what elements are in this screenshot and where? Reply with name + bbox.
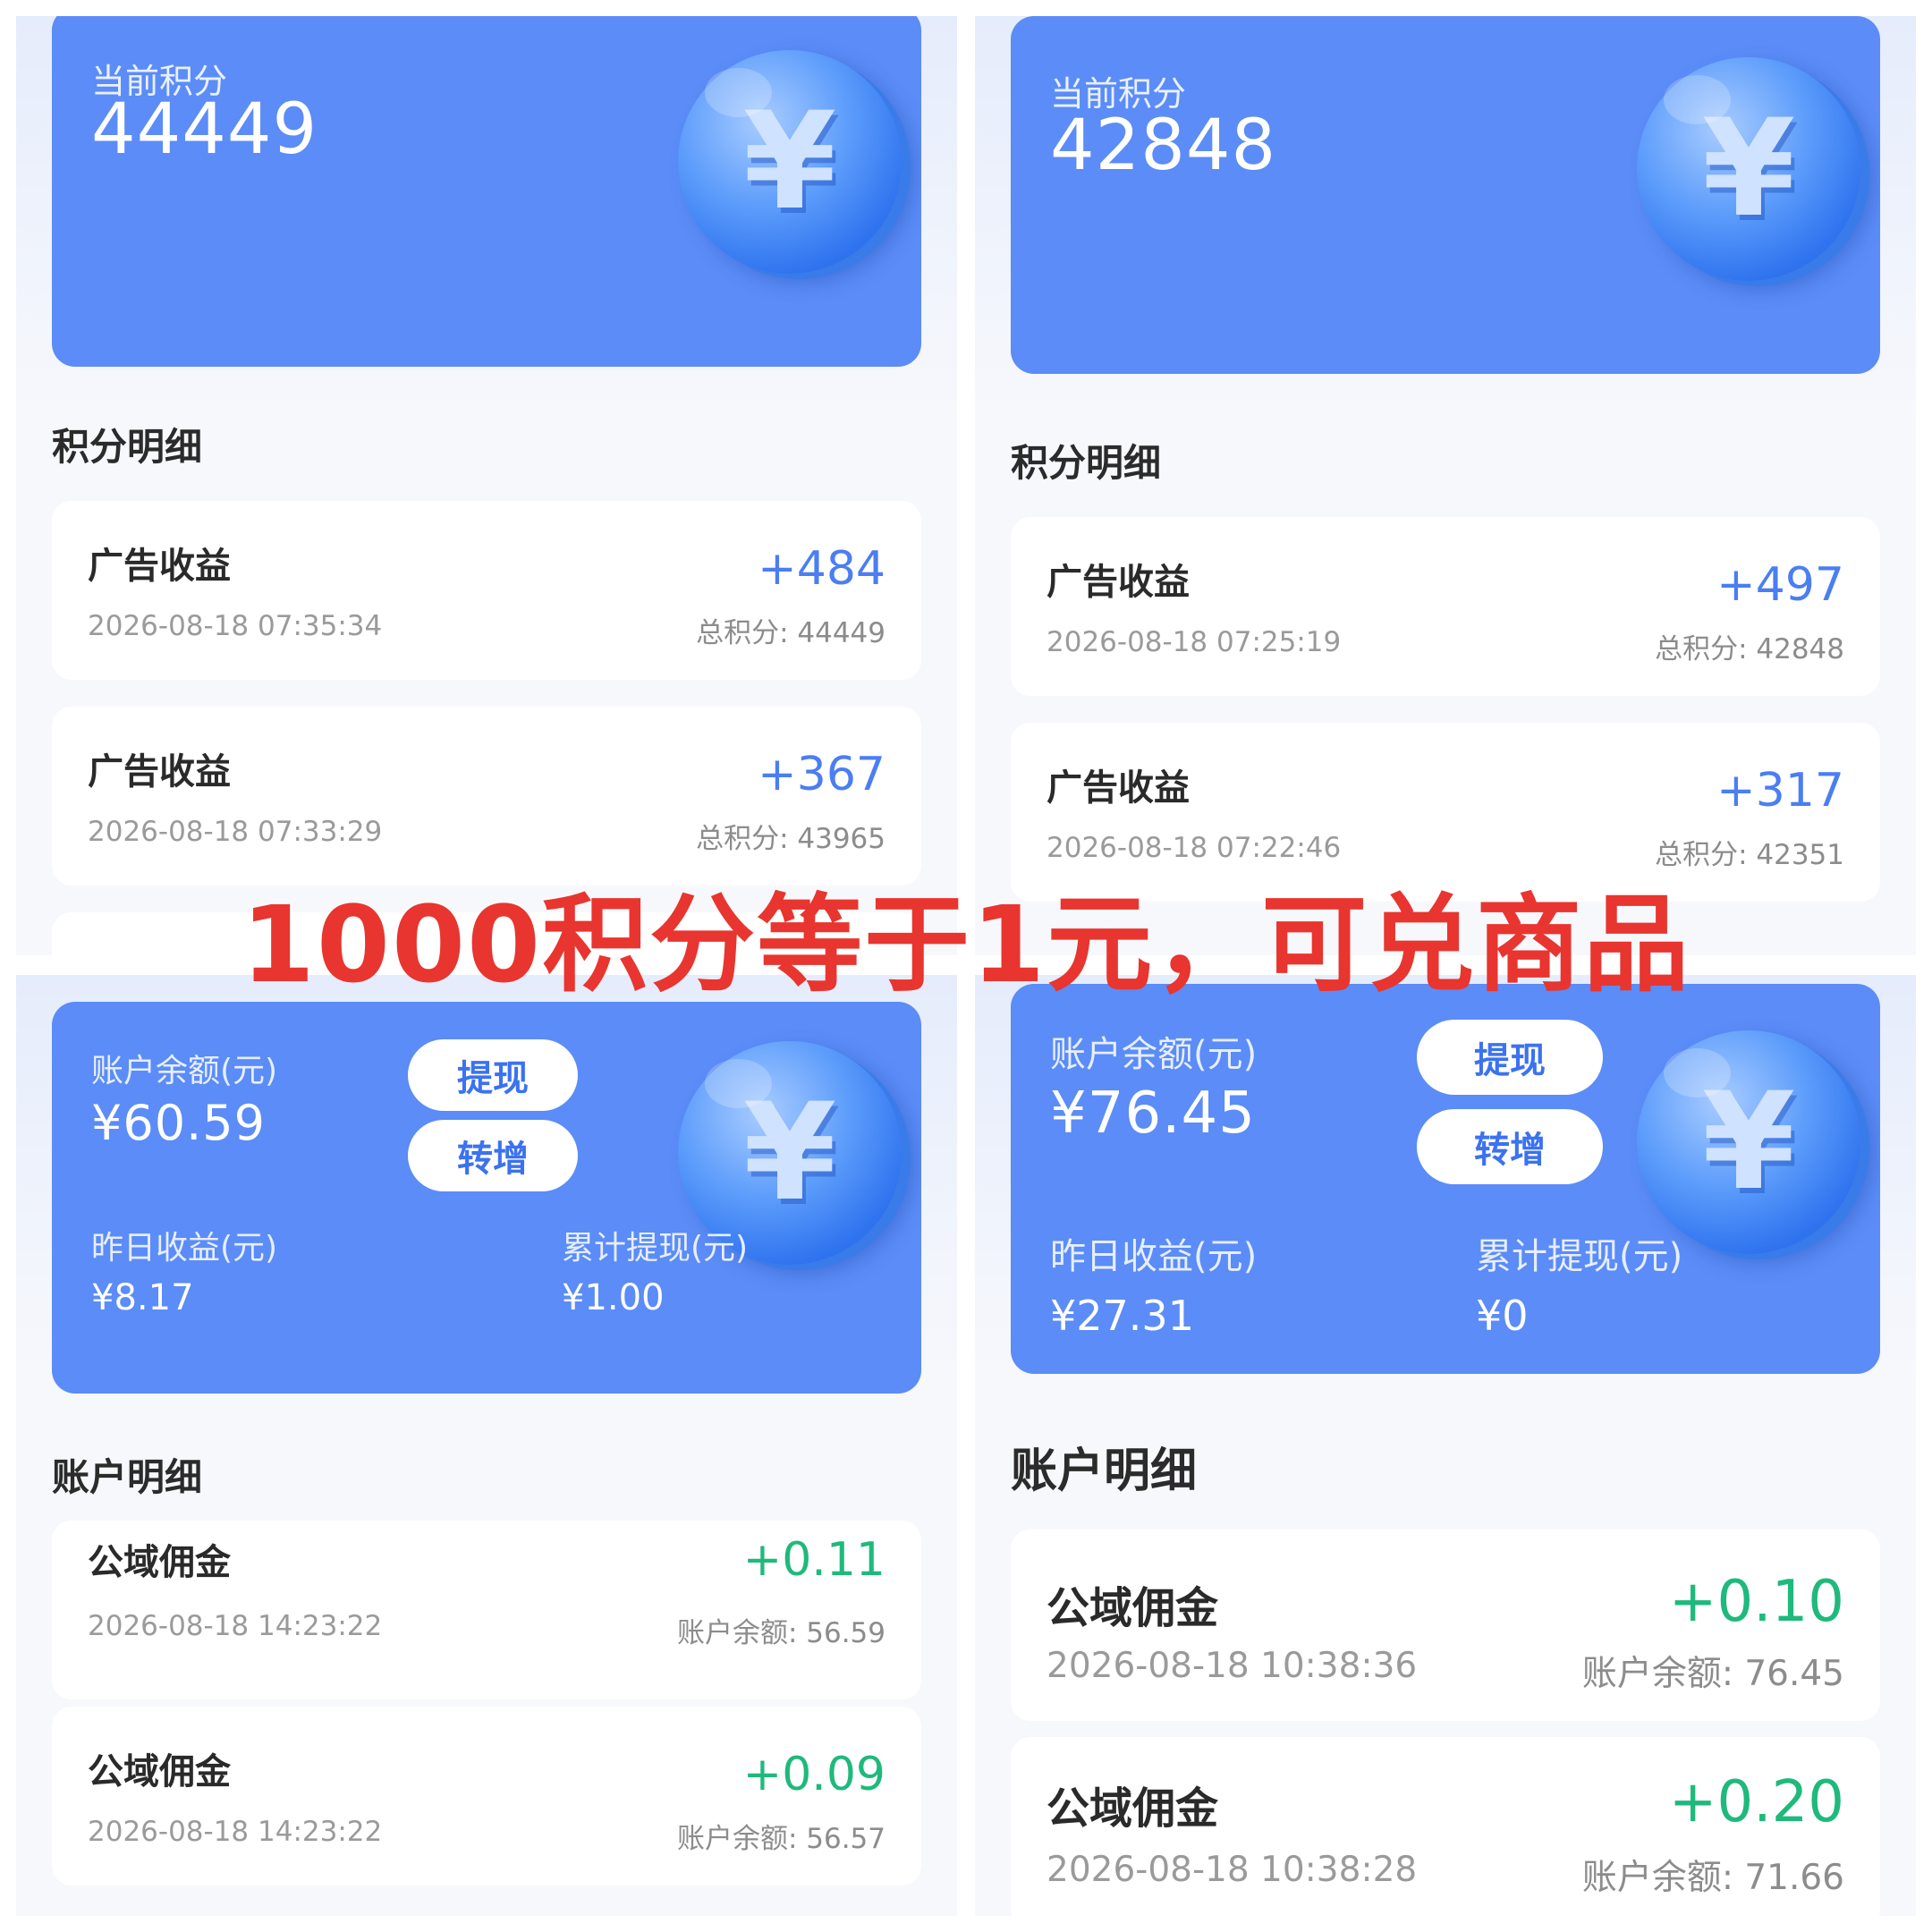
record-date: 2026-08-18 10:38:28: [1046, 1850, 1418, 1890]
record-amount: +367: [758, 748, 886, 801]
record-title: 广告收益: [88, 751, 231, 792]
balance-value: ¥60.59: [91, 1095, 266, 1151]
record-balance: 账户余额: 56.57: [676, 1823, 886, 1855]
account-record-item[interactable]: 公域佣金 2026-08-18 10:38:36 +0.10 账户余额: 76.…: [1011, 1530, 1880, 1721]
record-balance: 账户余额: 56.59: [676, 1617, 886, 1649]
record-title: 广告收益: [88, 546, 231, 587]
balance-label: 账户余额(元): [91, 1053, 278, 1089]
record-total: 总积分: 42848: [1655, 633, 1844, 665]
balance-label: 账户余额(元): [1050, 1034, 1258, 1075]
record-title: 广告收益: [1046, 767, 1190, 809]
record-title: 公域佣金: [1046, 1784, 1219, 1834]
record-title: 广告收益: [1046, 562, 1190, 603]
record-amount: +0.09: [742, 1748, 886, 1801]
record-date: 2026-08-18 10:38:36: [1046, 1646, 1418, 1686]
points-record-item[interactable]: 广告收益 2026-08-18 07:35:34 +484 总积分: 44449: [52, 501, 921, 680]
yuan-coin-icon: ¥: [1637, 1030, 1860, 1254]
balance-value: ¥76.45: [1050, 1080, 1256, 1147]
record-date: 2026-08-18 14:23:22: [88, 1816, 383, 1848]
record-title: 公域佣金: [88, 1751, 231, 1792]
yesterday-earnings-label: 昨日收益(元): [1050, 1236, 1258, 1277]
withdraw-button[interactable]: 提现: [408, 1039, 578, 1111]
record-total: 总积分: 43965: [696, 823, 886, 855]
record-amount: +317: [1716, 764, 1844, 818]
points-record-item[interactable]: 广告收益 2026-08-18 07:25:19 +497 总积分: 42848: [1011, 517, 1880, 696]
current-points-value: 44449: [91, 89, 318, 170]
record-amount: +497: [1716, 558, 1844, 612]
record-date: 2026-08-18 07:35:34: [88, 610, 383, 642]
points-screen-left: 当前积分 44449 ¥ 积分明细 广告收益 2026-08-18 07:35:…: [16, 16, 957, 955]
promo-banner-text: 1000积分等于1元，可兑商品: [241, 883, 1691, 1006]
transfer-button[interactable]: 转增: [1417, 1109, 1603, 1184]
points-card: 当前积分 42848 ¥: [1011, 16, 1880, 374]
points-card: 当前积分 44449 ¥: [52, 16, 921, 367]
account-record-item[interactable]: 公域佣金 2026-08-18 10:38:28 +0.20 账户余额: 71.…: [1011, 1737, 1880, 1916]
account-screen-right: ¥ 账户余额(元) ¥76.45 提现 转增 昨日收益(元) ¥27.31 累计…: [975, 975, 1916, 1916]
record-date: 2026-08-18 14:23:22: [88, 1610, 383, 1642]
record-amount: +484: [758, 542, 886, 596]
yesterday-earnings-value: ¥8.17: [91, 1277, 194, 1318]
record-date: 2026-08-18 07:33:29: [88, 816, 383, 848]
yuan-coin-icon: ¥: [678, 50, 902, 274]
points-detail-title: 积分明细: [1011, 441, 1162, 485]
record-title: 公域佣金: [1046, 1583, 1219, 1633]
cumulative-withdraw-value: ¥1.00: [562, 1277, 665, 1318]
record-total: 总积分: 44449: [696, 617, 886, 649]
record-amount: +0.10: [1668, 1569, 1844, 1635]
record-amount: +0.20: [1668, 1769, 1844, 1835]
withdraw-button[interactable]: 提现: [1417, 1020, 1603, 1095]
cumulative-withdraw-label: 累计提现(元): [1476, 1236, 1683, 1277]
yuan-coin-icon: ¥: [1637, 57, 1860, 281]
account-record-item[interactable]: 公域佣金 2026-08-18 14:23:22 +0.09 账户余额: 56.…: [52, 1707, 921, 1885]
account-detail-title: 账户明细: [52, 1455, 203, 1499]
points-detail-title: 积分明细: [52, 425, 203, 469]
balance-card: ¥ 账户余额(元) ¥76.45 提现 转增 昨日收益(元) ¥27.31 累计…: [1011, 984, 1880, 1374]
account-detail-title: 账户明细: [1011, 1445, 1198, 1498]
cumulative-withdraw-value: ¥0: [1476, 1292, 1529, 1340]
transfer-button[interactable]: 转增: [408, 1120, 578, 1191]
account-screen-left: ¥ 账户余额(元) ¥60.59 提现 转增 昨日收益(元) ¥8.17 累计提…: [16, 975, 957, 1916]
yesterday-earnings-value: ¥27.31: [1050, 1292, 1194, 1340]
yesterday-earnings-label: 昨日收益(元): [91, 1230, 278, 1267]
account-record-item[interactable]: 公域佣金 2026-08-18 14:23:22 +0.11 账户余额: 56.…: [52, 1521, 921, 1699]
current-points-value: 42848: [1050, 106, 1277, 186]
record-title: 公域佣金: [88, 1542, 231, 1583]
record-date: 2026-08-18 07:25:19: [1046, 626, 1342, 658]
record-balance: 账户余额: 76.45: [1581, 1654, 1844, 1694]
record-amount: +0.11: [742, 1533, 886, 1587]
balance-card: ¥ 账户余额(元) ¥60.59 提现 转增 昨日收益(元) ¥8.17 累计提…: [52, 1002, 921, 1394]
cumulative-withdraw-label: 累计提现(元): [562, 1230, 749, 1267]
points-screen-right: 当前积分 42848 ¥ 积分明细 广告收益 2026-08-18 07:25:…: [975, 16, 1916, 955]
record-balance: 账户余额: 71.66: [1581, 1858, 1844, 1898]
